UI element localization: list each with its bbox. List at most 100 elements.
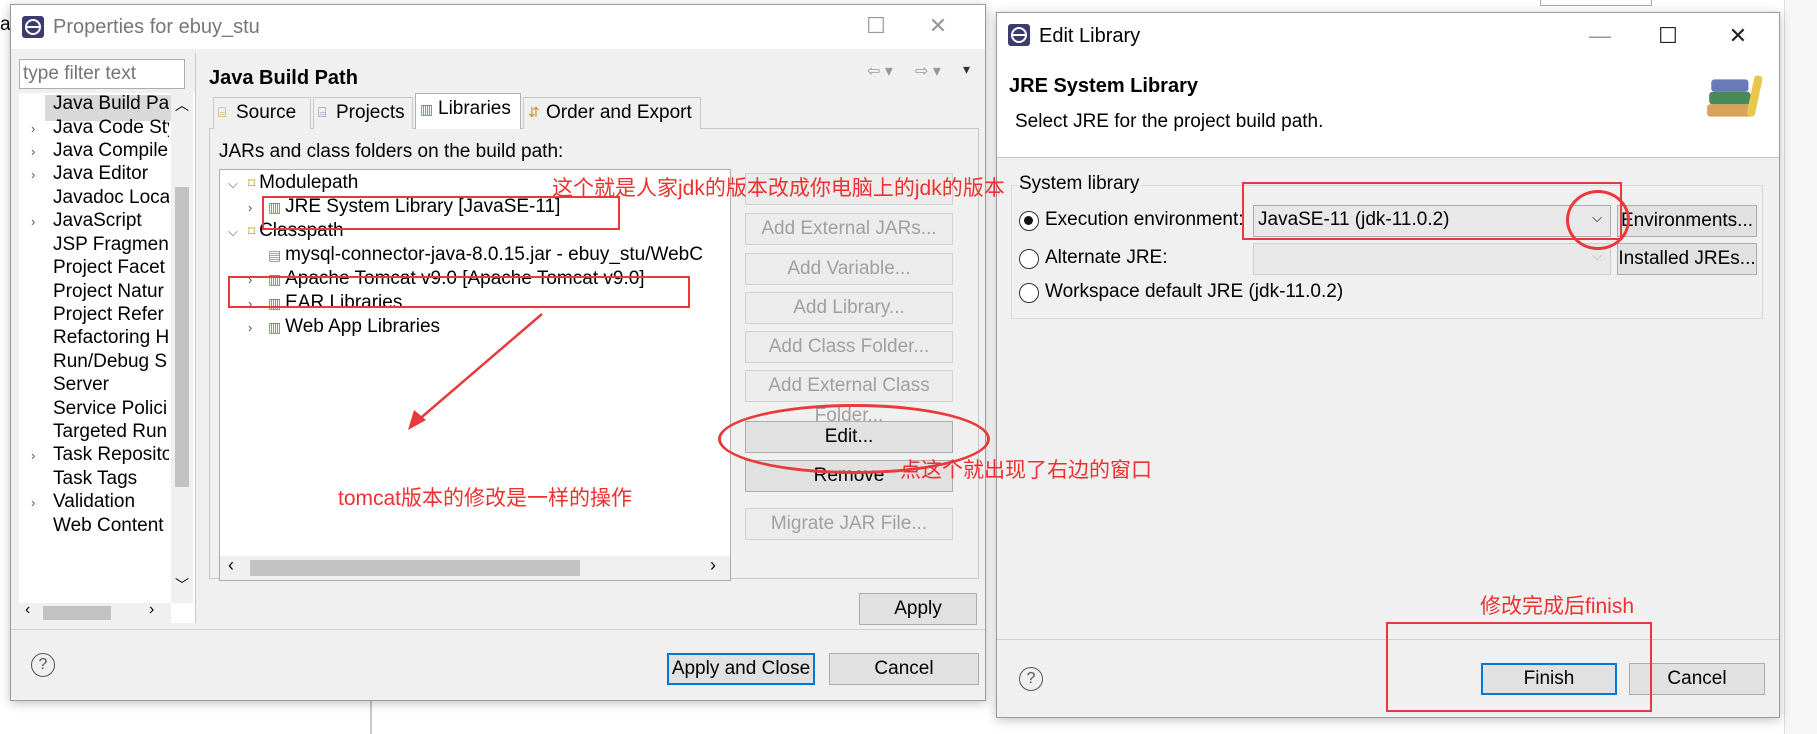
- tree-webapp[interactable]: ▥ Web App Libraries: [268, 316, 440, 338]
- tab-projects[interactable]: ⌸ Projects: [313, 97, 413, 129]
- expand-icon[interactable]: ›: [31, 167, 35, 182]
- projects-icon: ⌸: [318, 104, 327, 120]
- nav-item[interactable]: Java Editor: [53, 163, 148, 185]
- nav-scroll-up-icon[interactable]: ︿: [175, 95, 189, 115]
- hscroll-thumb[interactable]: [250, 560, 580, 576]
- collapse-icon[interactable]: ⌵: [228, 224, 238, 240]
- nav-item[interactable]: Project Refer: [53, 304, 164, 326]
- properties-titlebar: Properties for ebuy_stu ☐ ✕: [11, 5, 985, 49]
- radio-workspace-default[interactable]: [1019, 283, 1039, 303]
- tab-order-export[interactable]: ⇵ Order and Export: [523, 97, 701, 129]
- build-path-tree: ⌵ ⌑ Modulepath › ▥ JRE System Library [J…: [219, 169, 731, 581]
- nav-hscroll-thumb[interactable]: [43, 606, 111, 620]
- nav-forward-icon[interactable]: ⇨ ▾: [915, 61, 941, 81]
- nav-item[interactable]: Java Build Pa: [53, 93, 169, 115]
- expand-icon[interactable]: ›: [31, 144, 35, 159]
- tab-libraries[interactable]: ▥ Libraries: [415, 93, 521, 129]
- nav-item[interactable]: Javadoc Loca: [53, 187, 169, 209]
- alternate-jre-label: Alternate JRE:: [1045, 247, 1168, 268]
- alternate-jre-select[interactable]: ⌵: [1253, 243, 1611, 275]
- nav-item[interactable]: Java Code Sty: [53, 117, 169, 139]
- maximize-button[interactable]: ☐: [853, 11, 899, 43]
- add-variable-button[interactable]: Add Variable...: [745, 253, 953, 285]
- expand-icon[interactable]: ›: [31, 448, 35, 463]
- expand-icon[interactable]: ›: [248, 320, 252, 335]
- nav-item[interactable]: Validation: [53, 491, 135, 513]
- tree-mysql-jar[interactable]: ▤ mysql-connector-java-8.0.15.jar - ebuy…: [268, 244, 703, 266]
- annotation-box-exec-env: [1242, 182, 1622, 240]
- nav-scroll-thumb[interactable]: [175, 187, 189, 487]
- collapse-icon[interactable]: ⌵: [228, 176, 238, 192]
- nav-item[interactable]: Refactoring H: [53, 327, 169, 349]
- migrate-jar-button[interactable]: Migrate JAR File...: [745, 508, 953, 540]
- installed-jres-button[interactable]: Installed JREs...: [1617, 243, 1757, 275]
- chevron-down-icon: ⌵: [1592, 248, 1602, 263]
- tab-label: Projects: [336, 102, 405, 123]
- nav-hscroll-left-icon[interactable]: ‹: [25, 601, 30, 619]
- help-icon[interactable]: ?: [31, 653, 55, 677]
- expand-icon[interactable]: ›: [31, 495, 35, 510]
- annotation-circle-dropdown: [1566, 190, 1630, 250]
- nav-item[interactable]: JSP Fragmen: [53, 234, 169, 256]
- background-top-box: [1540, 0, 1652, 6]
- annotation-edit-note: 点这个就出现了右边的窗口: [900, 459, 1152, 482]
- tree-label: Web App Libraries: [285, 316, 441, 337]
- hscroll-right-icon[interactable]: ›: [710, 555, 716, 576]
- nav-item[interactable]: Task Tags: [53, 468, 137, 490]
- expand-icon[interactable]: ›: [31, 214, 35, 229]
- source-icon: ⌸: [218, 104, 227, 120]
- nav-item[interactable]: Web Content: [53, 515, 164, 537]
- nav-scrollbar[interactable]: ︿ ﹀: [171, 93, 193, 603]
- nav-item[interactable]: Service Polici: [53, 398, 167, 420]
- cancel-button[interactable]: Cancel: [829, 653, 979, 685]
- minimize-button[interactable]: —: [1577, 21, 1623, 53]
- nav-hscroll[interactable]: ‹ ›: [19, 601, 171, 623]
- filter-input[interactable]: [20, 60, 184, 88]
- nav-hscroll-right-icon[interactable]: ›: [149, 601, 154, 619]
- add-library-button[interactable]: Add Library...: [745, 292, 953, 324]
- nav-item[interactable]: Targeted Run: [53, 421, 167, 443]
- apply-and-close-button[interactable]: Apply and Close: [667, 653, 815, 685]
- nav-item[interactable]: Java Compile: [53, 140, 168, 162]
- nav-item[interactable]: Project Facet: [53, 257, 165, 279]
- expand-icon[interactable]: ›: [31, 121, 35, 136]
- background-right-strip: [1784, 0, 1817, 734]
- help-icon[interactable]: ?: [1019, 667, 1043, 691]
- add-class-folder-button[interactable]: Add Class Folder...: [745, 331, 953, 363]
- add-external-class-folder-button[interactable]: Add External Class Folder...: [745, 370, 953, 426]
- maximize-button[interactable]: ☐: [1645, 21, 1691, 53]
- tab-label: Libraries: [438, 98, 511, 119]
- annotation-tomcat-note: tomcat版本的修改是一样的操作: [338, 487, 633, 510]
- close-button[interactable]: ✕: [915, 11, 961, 43]
- edit-library-subtitle: Select JRE for the project build path.: [1015, 111, 1324, 132]
- edit-library-window: Edit Library — ☐ ✕ JRE System Library Se…: [996, 12, 1780, 718]
- nav-item[interactable]: Run/Debug S: [53, 351, 167, 373]
- edit-library-heading: JRE System Library: [1009, 75, 1198, 97]
- nav-item[interactable]: Server: [53, 374, 109, 396]
- tree-hscroll[interactable]: ‹ ›: [220, 555, 730, 580]
- hscroll-left-icon[interactable]: ‹: [228, 555, 234, 576]
- folder-icon: ⌑: [248, 175, 260, 191]
- nav-scroll-down-icon[interactable]: ﹀: [175, 575, 189, 595]
- nav-item[interactable]: JavaScript: [53, 210, 142, 232]
- jar-icon: ▤: [268, 247, 286, 263]
- apply-button[interactable]: Apply: [859, 593, 977, 625]
- radio-execution-environment[interactable]: [1019, 211, 1039, 231]
- eclipse-icon: [22, 16, 44, 38]
- nav-item[interactable]: Project Natur: [53, 281, 164, 303]
- nav-back-icon[interactable]: ⇦ ▾: [867, 61, 893, 81]
- annotation-box-finish: [1386, 622, 1652, 712]
- annotation-jdk-note: 这个就是人家jdk的版本改成你电脑上的jdk的版本: [552, 177, 1005, 200]
- expand-icon[interactable]: ›: [248, 200, 252, 215]
- view-menu-icon[interactable]: ▾: [963, 61, 970, 78]
- annotation-box-tomcat: [228, 276, 690, 308]
- close-button[interactable]: ✕: [1715, 21, 1761, 53]
- add-external-jars-button[interactable]: Add External JARs...: [745, 213, 953, 245]
- nav-item[interactable]: Task Reposito: [53, 444, 169, 466]
- radio-alternate-jre[interactable]: [1019, 249, 1039, 269]
- footer-divider: [11, 629, 985, 630]
- environments-button[interactable]: Environments...: [1617, 205, 1757, 237]
- tree-label: mysql-connector-java-8.0.15.jar - ebuy_s…: [285, 244, 703, 265]
- tree-modulepath[interactable]: ⌑ Modulepath: [248, 172, 358, 194]
- tab-source[interactable]: ⌸ Source: [213, 97, 311, 129]
